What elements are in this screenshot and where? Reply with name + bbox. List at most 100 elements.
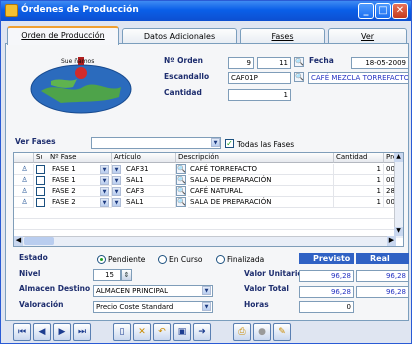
search-articulo-icon[interactable]: 🔍 [176, 175, 186, 185]
search-articulo-icon[interactable]: 🔍 [176, 197, 186, 207]
row-cantidad[interactable]: 1 [334, 164, 384, 175]
column-header-descripcion[interactable]: Descripción [176, 153, 334, 163]
chevron-down-icon[interactable]: ▼ [100, 187, 109, 196]
orden-numero-field[interactable]: 11 [257, 57, 291, 69]
column-header-cantidad[interactable]: Cantidad [334, 153, 384, 163]
record-status-icon[interactable]: ● [253, 323, 271, 341]
undo-icon[interactable]: ↶ [153, 323, 171, 341]
edit-icon[interactable]: ✎ [273, 323, 291, 341]
row-articulo[interactable]: SAL1 [124, 197, 176, 208]
tab-fases[interactable]: Fases [240, 28, 325, 44]
window-title: Órdenes de Producción [21, 5, 139, 15]
row-articulo[interactable]: CAF3 [124, 186, 176, 197]
print-icon[interactable]: ⎙ [233, 323, 251, 341]
row-articulo[interactable]: SAL1 [124, 175, 176, 186]
estado-label: Estado [19, 253, 48, 262]
scroll-up-icon[interactable]: ▲ [394, 153, 403, 162]
todas-fases-checkbox[interactable]: ✓ [225, 139, 234, 148]
row-descripcion[interactable]: CAFÉ TORREFACTO [188, 164, 334, 175]
last-record-icon[interactable]: ⏭ [73, 323, 91, 341]
row-descripcion[interactable]: CAFÉ NATURAL [188, 186, 334, 197]
chevron-down-icon[interactable]: ▼ [112, 165, 121, 174]
vertical-scrollbar[interactable] [394, 153, 403, 238]
estado-en-curso-radio[interactable] [158, 255, 167, 264]
ver-fases-select[interactable] [91, 137, 221, 149]
fecha-label: Fecha [309, 56, 334, 65]
save-icon[interactable]: ▣ [173, 323, 191, 341]
row-cantidad[interactable]: 1 [334, 197, 384, 208]
horas-field[interactable]: 0 [299, 301, 354, 313]
chevron-down-icon[interactable]: ▼ [112, 198, 121, 207]
maximize-icon[interactable]: □ [375, 3, 391, 19]
horas-label: Horas [244, 300, 269, 309]
estado-finalizada-label: Finalizada [227, 255, 265, 264]
column-header [14, 153, 34, 163]
close-icon[interactable]: ✕ [392, 3, 408, 19]
row-articulo[interactable]: CAF31 [124, 164, 176, 175]
minimize-icon[interactable]: _ [358, 3, 374, 19]
escandallo-description: CAFÉ MEZCLA TORREFACTO Y [308, 72, 409, 84]
exit-icon[interactable]: ➜ [193, 323, 211, 341]
app-icon [5, 4, 18, 17]
orden-serie-field[interactable]: 9 [228, 57, 254, 69]
column-header-articulo[interactable]: Artículo [112, 153, 176, 163]
scroll-thumb[interactable] [24, 237, 54, 245]
search-articulo-icon[interactable]: 🔍 [176, 186, 186, 196]
chevron-down-icon[interactable]: ▼ [112, 176, 121, 185]
tab-datos-adicionales[interactable]: Datos Adicionales [122, 28, 237, 44]
new-document-icon[interactable]: ▯ [113, 323, 131, 341]
search-escandallo-icon[interactable]: 🔍 [294, 72, 304, 82]
valoracion-select[interactable]: Precio Coste Standard [93, 301, 213, 313]
tab-ver[interactable]: Ver [328, 28, 407, 44]
orden-label: Nº Orden [164, 56, 203, 65]
cantidad-field[interactable]: 1 [228, 89, 291, 101]
almacen-destino-select[interactable]: ALMACEN PRINCIPAL [93, 285, 213, 297]
valor-unitario-real: 96,28 [356, 270, 409, 282]
company-logo: Sue ñamos [30, 57, 132, 114]
escandallo-field[interactable]: CAF01P [228, 72, 291, 84]
tab-label: Orden de Producción [21, 31, 105, 40]
row-checkbox[interactable] [36, 165, 45, 174]
tab-label: Fases [271, 32, 294, 41]
escandallo-label: Escandallo [164, 72, 210, 81]
nivel-field[interactable]: 15 [93, 269, 121, 281]
chevron-down-icon[interactable]: ▼ [100, 198, 109, 207]
empty-row [14, 218, 396, 219]
row-tree-icon[interactable]: ♙ [14, 164, 34, 175]
column-header-fase[interactable]: Nº Fase [42, 153, 112, 163]
tab-orden-produccion[interactable]: Orden de Producción [7, 26, 119, 45]
chevron-down-icon[interactable]: ▼ [100, 165, 109, 174]
chevron-down-icon[interactable]: ▼ [100, 176, 109, 185]
row-checkbox[interactable] [36, 176, 45, 185]
next-record-icon[interactable]: ▶ [53, 323, 71, 341]
previous-record-icon[interactable]: ◀ [33, 323, 51, 341]
row-descripcion[interactable]: SALA DE PREPARACIÓN [188, 175, 334, 186]
estado-pendiente-radio[interactable] [97, 255, 106, 264]
nivel-stepper-icon[interactable]: ⇕ [121, 269, 132, 281]
row-cantidad[interactable]: 1 [334, 175, 384, 186]
search-orden-icon[interactable]: 🔍 [294, 57, 304, 67]
row-descripcion[interactable]: SALA DE PREPARACIÓN [188, 197, 334, 208]
first-record-icon[interactable]: ⏮ [13, 323, 31, 341]
row-cantidad[interactable]: 1 [334, 186, 384, 197]
scroll-left-icon[interactable]: ◀ [14, 236, 23, 246]
estado-finalizada-radio[interactable] [216, 255, 225, 264]
chevron-down-icon[interactable]: ▼ [112, 187, 121, 196]
delete-icon[interactable]: ✕ [133, 323, 151, 341]
row-tree-icon[interactable]: ♙ [14, 175, 34, 186]
fecha-field[interactable]: 18-05-2009 [351, 57, 409, 69]
row-checkbox[interactable] [36, 198, 45, 207]
horizontal-scrollbar[interactable] [14, 236, 396, 246]
valor-unitario-label: Valor Unitario [244, 269, 303, 278]
row-tree-icon[interactable]: ♙ [14, 186, 34, 197]
chevron-down-icon[interactable]: ▼ [202, 302, 211, 311]
scroll-down-icon[interactable]: ▼ [394, 227, 403, 236]
scroll-right-icon[interactable]: ▶ [387, 236, 396, 246]
valoracion-label: Valoración [19, 300, 64, 309]
chevron-down-icon[interactable]: ▼ [202, 286, 211, 295]
search-articulo-icon[interactable]: 🔍 [176, 164, 186, 174]
row-checkbox[interactable] [36, 187, 45, 196]
row-tree-icon[interactable]: ♙ [14, 197, 34, 208]
previsto-header: Previsto [299, 253, 354, 264]
chevron-down-icon[interactable]: ▼ [211, 138, 220, 147]
